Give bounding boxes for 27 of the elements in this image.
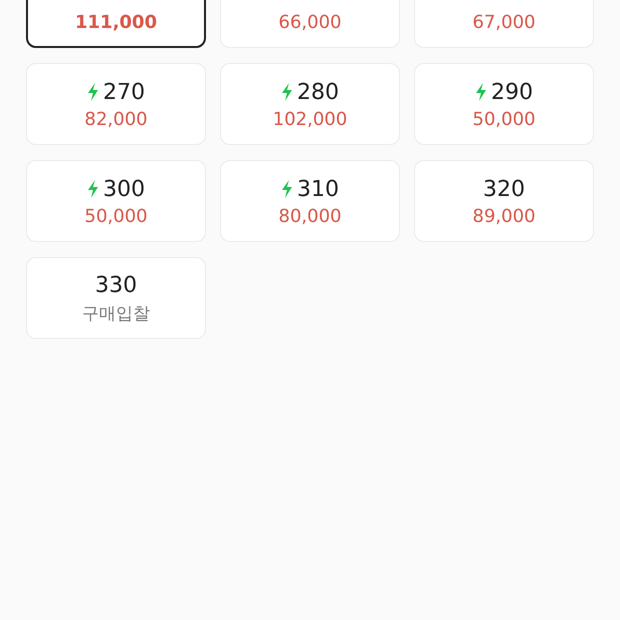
size-option[interactable]: 111,000 [26, 0, 206, 48]
size-option[interactable]: 300 50,000 [26, 160, 206, 242]
size-option[interactable]: 330 구매입찰 [26, 257, 206, 339]
price-label: 50,000 [84, 206, 148, 227]
price-label: 66,000 [278, 12, 342, 33]
price-label: 82,000 [84, 109, 148, 130]
size-label: 310 [297, 176, 339, 202]
size-option[interactable]: 280 102,000 [220, 63, 400, 145]
price-label: 89,000 [472, 206, 536, 227]
size-label: 300 [103, 176, 145, 202]
size-option[interactable]: 270 82,000 [26, 63, 206, 145]
size-option[interactable]: 290 50,000 [414, 63, 594, 145]
size-option[interactable]: 320 89,000 [414, 160, 594, 242]
size-option[interactable]: 67,000 [414, 0, 594, 48]
size-label: 290 [491, 80, 533, 104]
bid-label: 구매입찰 [82, 303, 150, 325]
size-option[interactable]: 66,000 [220, 0, 400, 48]
price-label: 111,000 [75, 12, 157, 33]
price-label: 67,000 [472, 12, 536, 33]
size-label: 280 [297, 80, 339, 104]
size-label: 320 [483, 176, 525, 202]
price-label: 102,000 [272, 109, 348, 130]
price-label: 80,000 [278, 206, 342, 227]
size-option[interactable]: 310 80,000 [220, 160, 400, 242]
price-label: 50,000 [472, 109, 536, 130]
size-label: 330 [95, 272, 137, 298]
size-label: 270 [103, 80, 145, 104]
